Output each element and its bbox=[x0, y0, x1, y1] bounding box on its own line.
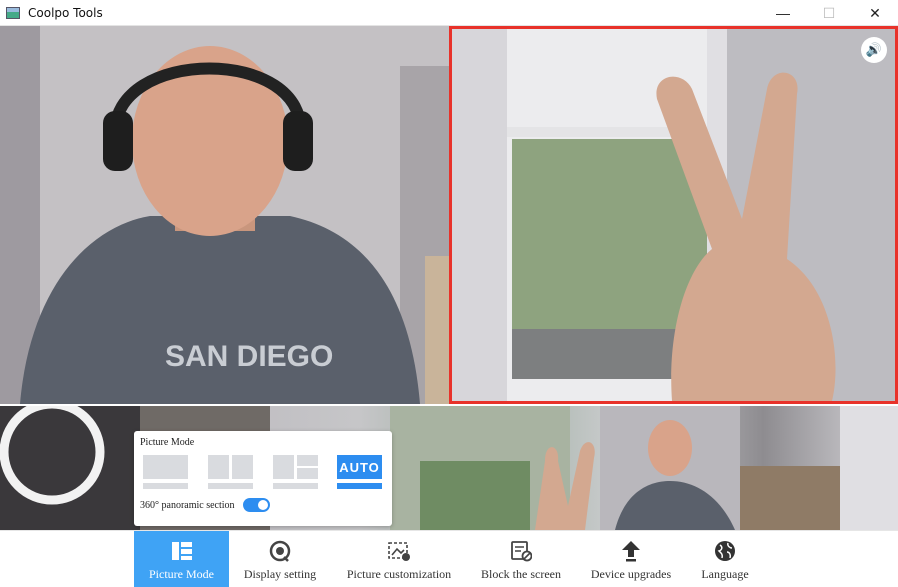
mode-single-view-option[interactable] bbox=[143, 455, 188, 489]
nav-label: Device upgrades bbox=[590, 567, 672, 581]
nav-device-upgrades[interactable]: Device upgrades bbox=[584, 531, 678, 587]
window-title: Coolpo Tools bbox=[28, 5, 103, 20]
nav-picture-customization[interactable]: Picture customization bbox=[340, 531, 458, 587]
mode-triple-view-option[interactable] bbox=[273, 455, 318, 489]
mode-auto-option[interactable]: AUTO bbox=[337, 455, 382, 489]
picture-mode-popup: Picture Mode AUTO 360° panoramic section bbox=[134, 431, 392, 526]
nav-language[interactable]: Language bbox=[690, 531, 760, 587]
video-focus-view[interactable]: 🔊 bbox=[449, 26, 898, 404]
auto-selected-indicator bbox=[337, 483, 382, 489]
image-edit-icon bbox=[387, 540, 411, 562]
globe-icon bbox=[714, 540, 736, 562]
camera-lens-icon bbox=[269, 540, 291, 562]
layout-icon bbox=[171, 540, 193, 562]
nav-label: Display setting bbox=[243, 567, 317, 581]
svg-text:SAN DIEGO: SAN DIEGO bbox=[165, 340, 333, 373]
nav-label: Picture Mode bbox=[149, 567, 214, 581]
nav-label: Block the screen bbox=[481, 567, 561, 581]
toggle-knob bbox=[258, 500, 268, 510]
speaker-icon[interactable]: 🔊 bbox=[861, 37, 887, 63]
speaker-video-image: SAN DIEGO bbox=[0, 26, 449, 404]
app-icon bbox=[6, 6, 20, 19]
close-button[interactable]: ✕ bbox=[852, 0, 898, 26]
panoramic-section-toggle[interactable] bbox=[243, 498, 270, 512]
minimize-button[interactable]: — bbox=[760, 0, 806, 26]
nav-label: Picture customization bbox=[346, 567, 452, 581]
bottom-nav: Picture Mode Display setting Picture cus… bbox=[0, 530, 898, 587]
video-speaker-view[interactable]: SAN DIEGO bbox=[0, 26, 449, 404]
nav-block-the-screen[interactable]: Block the screen bbox=[474, 531, 568, 587]
auto-label: AUTO bbox=[337, 455, 382, 479]
popup-title: Picture Mode bbox=[140, 437, 195, 448]
nav-picture-mode[interactable]: Picture Mode bbox=[134, 531, 229, 587]
nav-label: Language bbox=[701, 567, 749, 581]
mode-split-view-option[interactable] bbox=[208, 455, 253, 489]
upload-arrow-icon bbox=[621, 540, 641, 562]
panoramic-section-label: 360° panoramic section bbox=[140, 500, 235, 511]
nav-display-setting[interactable]: Display setting bbox=[236, 531, 324, 587]
focus-video-image bbox=[452, 29, 895, 401]
block-screen-icon bbox=[510, 540, 532, 562]
maximize-button[interactable]: ☐ bbox=[806, 0, 852, 26]
